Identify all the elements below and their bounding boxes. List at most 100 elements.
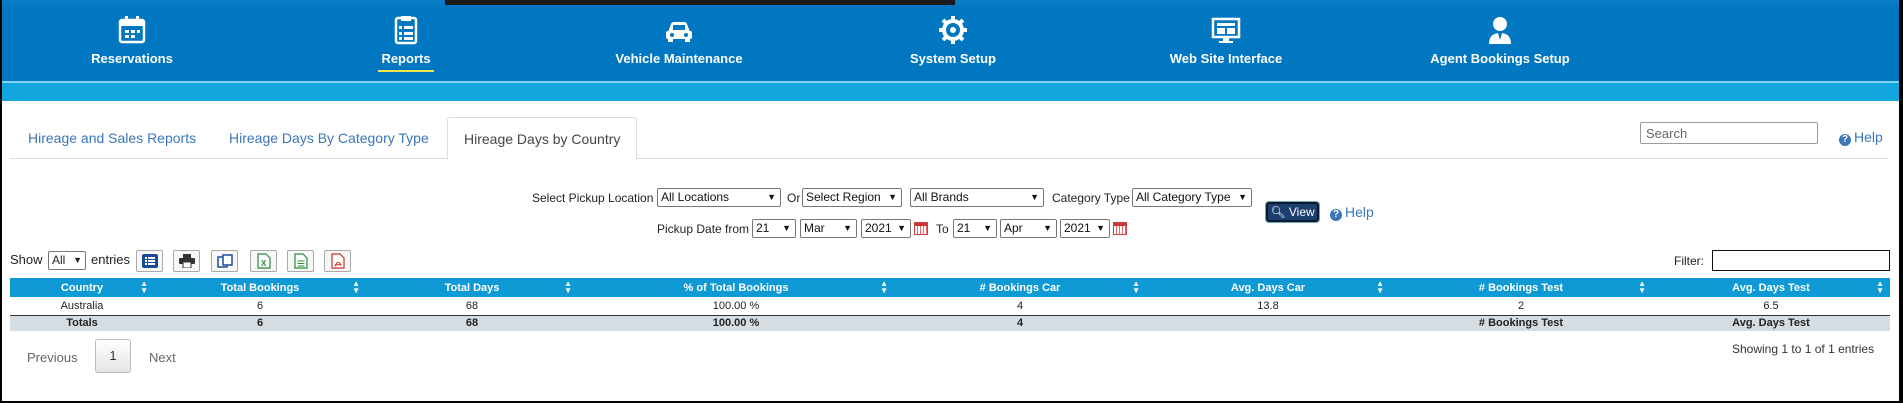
category-type-select[interactable]: All Category Type ▼ — [1132, 188, 1252, 207]
to-year-select[interactable]: 2021 ▼ — [1060, 219, 1110, 238]
chevron-down-icon: ▼ — [767, 192, 776, 202]
report-table: Country ▲ ▼ Total Bookings ▲ ▼ Total Days ▲ ▼ … — [10, 278, 1890, 331]
agent-icon — [1489, 17, 1511, 44]
tab-hireage-days-by-country[interactable]: Hireage Days by Country — [447, 117, 638, 160]
sort-icon: ▲ ▼ — [880, 279, 888, 295]
calendar-icon[interactable] — [1113, 222, 1127, 235]
printer-icon — [178, 254, 195, 268]
svg-text:X: X — [261, 259, 267, 268]
pickup-location-label: Select Pickup Location — [532, 191, 654, 205]
column-header[interactable]: Total Bookings ▲ ▼ — [154, 278, 366, 297]
column-header[interactable]: Total Days ▲ ▼ — [366, 278, 578, 297]
search-input[interactable] — [1640, 122, 1818, 144]
nav-label: Reservations — [91, 51, 173, 66]
nav-item-web-site-interface[interactable]: Web Site Interface — [1126, 15, 1326, 66]
monitor-icon — [1211, 17, 1241, 43]
calendar-icon[interactable] — [914, 222, 928, 235]
copy-button[interactable] — [211, 250, 238, 272]
sort-icon: ▲ ▼ — [1638, 279, 1646, 295]
chevron-down-icon: ▼ — [888, 192, 897, 202]
sort-icon: ▲ ▼ — [1376, 279, 1384, 295]
table-cell: 68 — [366, 315, 578, 331]
nav-item-system-setup[interactable]: System Setup — [853, 15, 1053, 66]
clipboard-list-icon — [394, 16, 418, 45]
table-cell: 100.00 % — [578, 315, 894, 331]
sort-icon: ▲ ▼ — [140, 279, 148, 295]
pickup-location-select[interactable]: All Locations ▼ — [657, 188, 781, 207]
active-underline — [378, 70, 434, 72]
column-header[interactable]: % of Total Bookings ▲ ▼ — [578, 278, 894, 297]
csv-export-button[interactable] — [287, 250, 314, 272]
nav-item-reservations[interactable]: Reservations — [32, 15, 232, 66]
from-day-select[interactable]: 21 ▼ — [752, 219, 796, 238]
table-cell: Australia — [10, 297, 154, 316]
tab-hireage-and-sales-reports[interactable]: Hireage and Sales Reports — [12, 117, 212, 159]
from-year-select[interactable]: 2021 ▼ — [861, 219, 911, 238]
table-cell: 6 — [154, 297, 366, 316]
chevron-down-icon: ▼ — [843, 223, 852, 233]
table-cell: 2 — [1390, 297, 1652, 316]
to-label: To — [936, 222, 949, 236]
list-icon — [141, 254, 158, 268]
help-link[interactable]: ? Help — [1839, 129, 1883, 146]
excel-icon: X — [256, 253, 271, 269]
view-button[interactable]: 🔍︎ View — [1266, 202, 1319, 222]
nav-item-reports[interactable]: Reports — [306, 15, 506, 72]
entries-label: entries — [91, 252, 131, 267]
or-label: Or — [787, 191, 801, 205]
tab-hireage-days-by-category-type[interactable]: Hireage Days By Category Type — [213, 117, 445, 159]
to-month-select[interactable]: Apr ▼ — [1000, 219, 1057, 238]
column-header[interactable]: Avg. Days Test ▲ ▼ — [1652, 278, 1890, 297]
app-frame: Reservations Reports Vehicle Maintenance… — [2, 0, 1899, 401]
sort-icon: ▲ ▼ — [1876, 279, 1884, 295]
sort-icon: ▲ ▼ — [1132, 279, 1140, 295]
pdf-export-button[interactable] — [324, 250, 351, 272]
table-cell: 100.00 % — [578, 297, 894, 316]
chevron-down-icon: ▼ — [73, 255, 82, 265]
nav-label: Reports — [381, 51, 431, 66]
nav-item-agent-bookings-setup[interactable]: Agent Bookings Setup — [1400, 15, 1600, 66]
table-cell: 6 — [154, 315, 366, 331]
table-cell — [1146, 315, 1390, 331]
csv-file-icon — [293, 253, 308, 269]
previous-page-button[interactable]: Previous — [27, 350, 78, 365]
table-cell: 4 — [894, 297, 1146, 316]
nav-item-vehicle-maintenance[interactable]: Vehicle Maintenance — [579, 15, 779, 66]
chevron-down-icon: ▼ — [1043, 223, 1052, 233]
sort-icon: ▲ ▼ — [564, 279, 572, 295]
from-month-select[interactable]: Mar ▼ — [800, 219, 857, 238]
brands-select[interactable]: All Brands ▼ — [910, 188, 1044, 207]
chevron-down-icon: ▼ — [1030, 192, 1039, 202]
top-nav: Reservations Reports Vehicle Maintenance… — [2, 5, 1899, 81]
column-header[interactable]: Avg. Days Car ▲ ▼ — [1146, 278, 1390, 297]
table-header-row: Country ▲ ▼ Total Bookings ▲ ▼ Total Days ▲ ▼ … — [10, 278, 1890, 297]
page-1-button[interactable]: 1 — [95, 339, 131, 373]
next-page-button[interactable]: Next — [149, 350, 176, 365]
table-cell: Avg. Days Test — [1652, 315, 1890, 331]
calendar-icon — [118, 16, 146, 44]
nav-label: Agent Bookings Setup — [1430, 51, 1570, 66]
excel-export-button[interactable]: X — [250, 250, 277, 272]
entries-select[interactable]: All ▼ — [48, 251, 86, 270]
car-icon — [666, 22, 692, 42]
filter-label: Filter: — [1674, 254, 1704, 268]
chevron-down-icon: ▼ — [1096, 223, 1105, 233]
column-visibility-button[interactable] — [136, 250, 163, 272]
filter-input[interactable] — [1712, 250, 1890, 271]
region-select[interactable]: Select Region ▼ — [802, 188, 902, 207]
table-cell: Totals — [10, 315, 154, 331]
filter-help-link[interactable]: ? Help — [1330, 204, 1374, 221]
search-icon: 🔍︎ — [1270, 205, 1286, 219]
chevron-down-icon: ▼ — [782, 223, 791, 233]
table-cell: 13.8 — [1146, 297, 1390, 316]
copy-icon — [216, 254, 233, 268]
column-header[interactable]: Country ▲ ▼ — [10, 278, 154, 297]
column-header[interactable]: # Bookings Test ▲ ▼ — [1390, 278, 1652, 297]
nav-label: Vehicle Maintenance — [615, 51, 743, 66]
nav-label: System Setup — [910, 51, 996, 66]
totals-row: Totals 6 68 100.00 % 4 # Bookings Test A… — [10, 315, 1890, 331]
report-tabs: Hireage and Sales Reports Hireage Days B… — [10, 117, 1888, 160]
column-header[interactable]: # Bookings Car ▲ ▼ — [894, 278, 1146, 297]
print-button[interactable] — [173, 250, 200, 272]
to-day-select[interactable]: 21 ▼ — [953, 219, 997, 238]
